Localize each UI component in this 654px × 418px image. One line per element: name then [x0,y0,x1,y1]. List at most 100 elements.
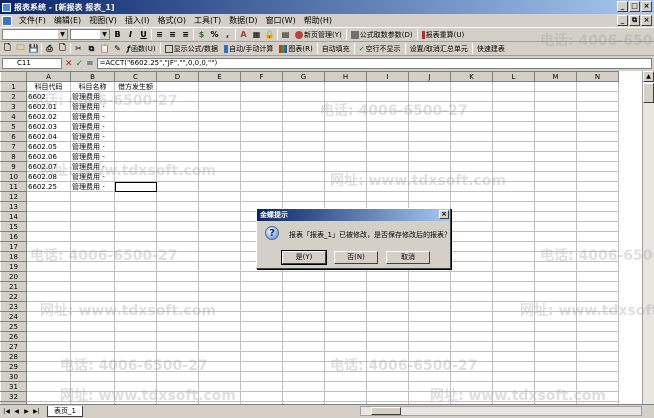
cell[interactable] [240,381,283,392]
cell[interactable] [114,251,157,262]
cell[interactable] [240,281,283,292]
menu-file[interactable]: 文件(F) [15,15,50,27]
cell[interactable] [450,91,493,102]
cell[interactable] [408,291,451,302]
cell[interactable] [492,281,535,292]
cell[interactable] [492,291,535,302]
cell[interactable] [366,301,409,312]
row-header[interactable]: 2 [0,91,27,102]
cell[interactable] [240,111,283,122]
select-all-corner[interactable] [0,71,27,82]
cell[interactable] [492,331,535,342]
cell[interactable] [576,231,619,242]
cell[interactable] [450,181,493,192]
cell[interactable] [114,221,157,232]
row-header[interactable]: 24 [0,311,27,322]
cell[interactable]: 6602 [26,91,71,102]
cell[interactable] [26,201,71,212]
cell[interactable] [282,321,325,332]
cell[interactable] [492,161,535,172]
cell[interactable]: 6602.08 [26,171,71,182]
cell[interactable] [114,101,157,112]
cell[interactable] [156,231,199,242]
maximize-button[interactable]: □ [629,1,640,12]
auto-calc-button[interactable]: 自动/手动计算 [222,43,275,55]
cell[interactable]: 6602.02 [26,111,71,122]
cell[interactable] [534,111,577,122]
cell[interactable] [408,171,451,182]
cell[interactable] [408,271,451,282]
cell[interactable] [70,381,115,392]
cell[interactable] [156,91,199,102]
cell[interactable] [156,131,199,142]
cell[interactable] [324,301,367,312]
cell[interactable] [492,211,535,222]
cell[interactable] [366,291,409,302]
cell[interactable] [156,271,199,282]
cell[interactable] [198,191,241,202]
cell[interactable] [534,351,577,362]
column-header[interactable]: I [366,71,409,82]
cell[interactable] [450,211,493,222]
cell[interactable] [70,211,115,222]
cell[interactable] [240,351,283,362]
cell[interactable] [156,111,199,122]
row-header[interactable]: 14 [0,211,27,222]
cell[interactable] [576,211,619,222]
cell[interactable] [366,341,409,352]
cell[interactable] [240,91,283,102]
cell[interactable] [240,141,283,152]
cell[interactable] [324,381,367,392]
mdi-close-button[interactable]: × [641,15,652,26]
cell[interactable] [114,191,157,202]
cell[interactable] [282,351,325,362]
cell[interactable] [156,181,199,192]
cell[interactable] [198,381,241,392]
cell[interactable] [198,171,241,182]
cell[interactable] [240,341,283,352]
cell[interactable] [156,391,199,402]
align-right-icon[interactable]: ≡ [180,29,191,40]
cell[interactable] [240,161,283,172]
cell[interactable] [324,331,367,342]
recalc-button[interactable]: 报表重算(U) [420,29,467,41]
cell[interactable] [576,301,619,312]
cell[interactable] [576,341,619,352]
comma-button[interactable]: , [222,29,233,40]
cell[interactable] [282,271,325,282]
menu-edit[interactable]: 编辑(E) [50,15,85,27]
cell[interactable] [282,311,325,322]
column-header[interactable]: M [534,71,577,82]
cell[interactable] [534,241,577,252]
print-icon[interactable]: ⎙ [44,43,55,54]
cell[interactable] [408,351,451,362]
cell[interactable] [282,131,325,142]
cell[interactable] [408,161,451,172]
cell[interactable] [408,361,451,372]
prev-sheet-icon[interactable]: ◀ [12,408,21,415]
cell[interactable] [492,271,535,282]
cell[interactable] [450,131,493,142]
cell[interactable] [408,81,451,92]
cell[interactable] [324,151,367,162]
cell[interactable]: 借方发生额 [114,81,157,92]
cell[interactable] [534,311,577,322]
document-icon[interactable] [2,15,12,26]
mdi-restore-button[interactable]: ⧉ [629,15,640,26]
cell[interactable] [576,251,619,262]
cancel-button[interactable]: 取消 [386,251,430,264]
cell[interactable] [576,121,619,132]
cell[interactable] [114,111,157,122]
cell[interactable] [324,111,367,122]
cell[interactable] [240,151,283,162]
cell[interactable] [26,191,71,202]
cell[interactable] [156,261,199,272]
cell[interactable] [492,101,535,112]
formula-input[interactable]: =ACCT("6602.25","JF","",0,0,0,"") [96,58,652,69]
cell[interactable] [26,391,71,402]
cell[interactable] [450,121,493,132]
cell[interactable] [408,341,451,352]
cell[interactable] [576,101,619,112]
cell[interactable] [324,191,367,202]
bold-button[interactable]: B [112,29,123,40]
